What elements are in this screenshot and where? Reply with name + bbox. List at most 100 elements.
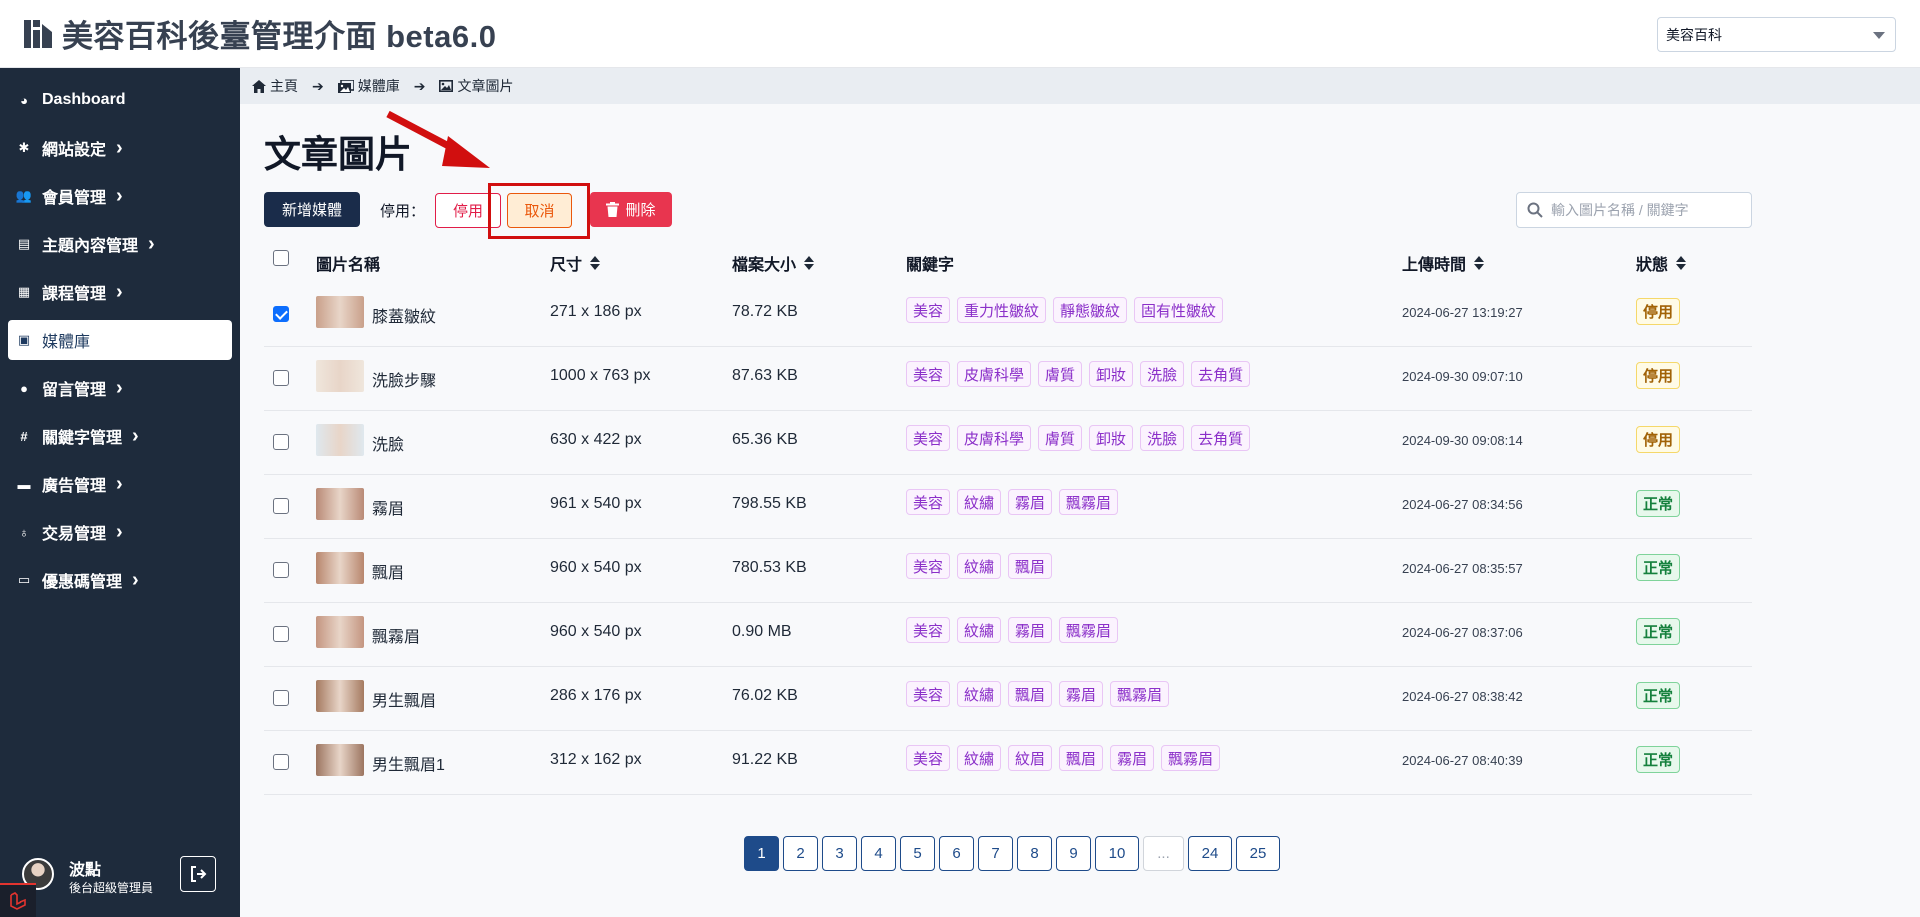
keyword-tag[interactable]: 紋繡 bbox=[957, 681, 1002, 707]
keyword-tag[interactable]: 去角質 bbox=[1191, 425, 1251, 451]
add-media-button[interactable]: 新增媒體 bbox=[264, 192, 360, 227]
keyword-tag[interactable]: 美容 bbox=[906, 361, 951, 387]
keyword-tag[interactable]: 卸妝 bbox=[1089, 361, 1134, 387]
sidebar-item[interactable]: ▤ 主題內容管理 › bbox=[8, 224, 232, 264]
breadcrumb-home[interactable]: 主頁 bbox=[252, 76, 298, 96]
keyword-tag[interactable]: 紋繡 bbox=[957, 553, 1002, 579]
keyword-tag[interactable]: 飄眉 bbox=[1008, 553, 1053, 579]
breadcrumb-media[interactable]: 媒體庫 bbox=[337, 76, 400, 96]
money-bag-icon: ♁ bbox=[19, 524, 29, 540]
keyword-tag[interactable]: 美容 bbox=[906, 681, 951, 707]
keyword-tag[interactable]: 美容 bbox=[906, 617, 951, 643]
row-checkbox[interactable] bbox=[273, 306, 289, 322]
upload-time: 2024-09-30 09:08:14 bbox=[1402, 433, 1523, 448]
row-checkbox[interactable] bbox=[273, 690, 289, 706]
page-button[interactable]: 10 bbox=[1095, 836, 1139, 871]
column-header-uploaded[interactable]: 上傳時間 bbox=[1402, 251, 1485, 275]
page-button[interactable]: 2 bbox=[783, 836, 818, 871]
page-button[interactable]: 6 bbox=[939, 836, 974, 871]
page-button[interactable]: 7 bbox=[978, 836, 1013, 871]
keyword-tags: 美容 皮膚科學 膚質 卸妝 洗臉 去角質 bbox=[906, 361, 1257, 387]
keyword-tag[interactable]: 飄霧眉 bbox=[1059, 489, 1119, 515]
delete-button[interactable]: 刪除 bbox=[590, 192, 672, 227]
page-button[interactable]: 24 bbox=[1188, 836, 1232, 871]
sidebar-item[interactable]: ◕ Dashboard bbox=[8, 80, 232, 120]
images-icon: ▣ bbox=[17, 332, 31, 347]
keyword-tag[interactable]: 飄霧眉 bbox=[1110, 681, 1170, 707]
keyword-tag[interactable]: 卸妝 bbox=[1089, 425, 1134, 451]
keyword-tag[interactable]: 紋繡 bbox=[957, 745, 1002, 771]
row-checkbox[interactable] bbox=[273, 562, 289, 578]
sidebar-item[interactable]: ▭ 優惠碼管理 › bbox=[8, 560, 232, 600]
sidebar-item[interactable]: 👥 會員管理 › bbox=[8, 176, 232, 216]
image-filesize: 65.36 KB bbox=[732, 431, 798, 448]
keyword-tag[interactable]: 洗臉 bbox=[1140, 425, 1185, 451]
keyword-tag[interactable]: 美容 bbox=[906, 489, 951, 515]
keyword-tag[interactable]: 美容 bbox=[906, 297, 951, 323]
sidebar-item[interactable]: ▬ 廣告管理 › bbox=[8, 464, 232, 504]
sidebar-item[interactable]: ▦ 課程管理 › bbox=[8, 272, 232, 312]
keyword-tag[interactable]: 飄霧眉 bbox=[1059, 617, 1119, 643]
keyword-tag[interactable]: 膚質 bbox=[1038, 361, 1083, 387]
select-all-checkbox[interactable] bbox=[273, 250, 289, 266]
keyword-tag[interactable]: 美容 bbox=[906, 553, 951, 579]
keyword-tag[interactable]: 美容 bbox=[906, 745, 951, 771]
keyword-tag[interactable]: 紋眉 bbox=[1008, 745, 1053, 771]
page-button[interactable]: 8 bbox=[1017, 836, 1052, 871]
keyword-tag[interactable]: 紋繡 bbox=[957, 617, 1002, 643]
row-checkbox[interactable] bbox=[273, 434, 289, 450]
keyword-tag[interactable]: 皮膚科學 bbox=[957, 361, 1032, 387]
sidebar-item[interactable]: ♁ 交易管理 › bbox=[8, 512, 232, 552]
keyword-tag[interactable]: 霧眉 bbox=[1008, 617, 1053, 643]
keyword-tag[interactable]: 霧眉 bbox=[1110, 745, 1155, 771]
breadcrumb-home-label: 主頁 bbox=[270, 78, 298, 94]
column-header-size[interactable]: 尺寸 bbox=[550, 251, 601, 275]
column-header-status[interactable]: 狀態 bbox=[1636, 251, 1687, 275]
keyword-tag[interactable]: 重力性皺紋 bbox=[957, 297, 1047, 323]
keyword-tag[interactable]: 飄眉 bbox=[1008, 681, 1053, 707]
keyword-tag[interactable]: 靜態皺紋 bbox=[1053, 297, 1128, 323]
keyword-tag[interactable]: 霧眉 bbox=[1008, 489, 1053, 515]
sidebar-item[interactable]: ✱ 網站設定 › bbox=[8, 128, 232, 168]
table-row: 飄霧眉 960 x 540 px 0.90 MB 2024-06-27 08:37:0… bbox=[264, 603, 1752, 667]
search-input[interactable] bbox=[1551, 202, 1741, 218]
row-checkbox[interactable] bbox=[273, 626, 289, 642]
sidebar-item[interactable]: ● 留言管理 › bbox=[8, 368, 232, 408]
page-button[interactable]: 3 bbox=[822, 836, 857, 871]
keyword-tag[interactable]: 洗臉 bbox=[1140, 361, 1185, 387]
page-button[interactable]: 9 bbox=[1056, 836, 1091, 871]
table-row: 洗臉 630 x 422 px 65.36 KB 2024-09-30 09:08:1… bbox=[264, 411, 1752, 475]
table-row: 男生飄眉1 312 x 162 px 91.22 KB 2024-06-27 08:4… bbox=[264, 731, 1752, 795]
row-checkbox[interactable] bbox=[273, 498, 289, 514]
keyword-tag[interactable]: 固有性皺紋 bbox=[1134, 297, 1224, 323]
image-thumbnail bbox=[316, 744, 364, 776]
image-dimensions: 630 x 422 px bbox=[550, 431, 642, 448]
laravel-debug-icon[interactable] bbox=[0, 883, 36, 917]
page-button[interactable]: 1 bbox=[744, 836, 779, 871]
keyword-tag[interactable]: 膚質 bbox=[1038, 425, 1083, 451]
keyword-tag[interactable]: 紋繡 bbox=[957, 489, 1002, 515]
keyword-tag[interactable]: 飄霧眉 bbox=[1161, 745, 1221, 771]
chevron-right-icon: › bbox=[116, 521, 123, 543]
sidebar-item[interactable]: # 關鍵字管理 › bbox=[8, 416, 232, 456]
page-button[interactable]: 5 bbox=[900, 836, 935, 871]
keyword-tag[interactable]: 美容 bbox=[906, 425, 951, 451]
page-button[interactable]: 25 bbox=[1236, 836, 1280, 871]
keyword-tag[interactable]: 霧眉 bbox=[1059, 681, 1104, 707]
row-checkbox[interactable] bbox=[273, 754, 289, 770]
logout-button[interactable] bbox=[180, 856, 216, 892]
site-select[interactable]: 美容百科 bbox=[1657, 17, 1896, 52]
keyword-tag[interactable]: 皮膚科學 bbox=[957, 425, 1032, 451]
keyword-tag[interactable]: 去角質 bbox=[1191, 361, 1251, 387]
row-checkbox[interactable] bbox=[273, 370, 289, 386]
page-button[interactable]: 4 bbox=[861, 836, 896, 871]
sidebar-item[interactable]: ▣ 媒體庫 bbox=[8, 320, 232, 360]
upload-time: 2024-06-27 08:38:42 bbox=[1402, 689, 1523, 704]
keyword-tags: 美容 紋繡 紋眉 飄眉 霧眉 飄霧眉 bbox=[906, 745, 1227, 771]
brand: 美容百科後臺管理介面 beta6.0 bbox=[22, 11, 496, 56]
column-header-filesize[interactable]: 檔案大小 bbox=[732, 251, 815, 275]
search-box[interactable] bbox=[1516, 192, 1752, 228]
keyword-tag[interactable]: 飄眉 bbox=[1059, 745, 1104, 771]
image-filesize: 87.63 KB bbox=[732, 367, 798, 384]
arrow-right-icon: ➔ bbox=[312, 77, 324, 94]
